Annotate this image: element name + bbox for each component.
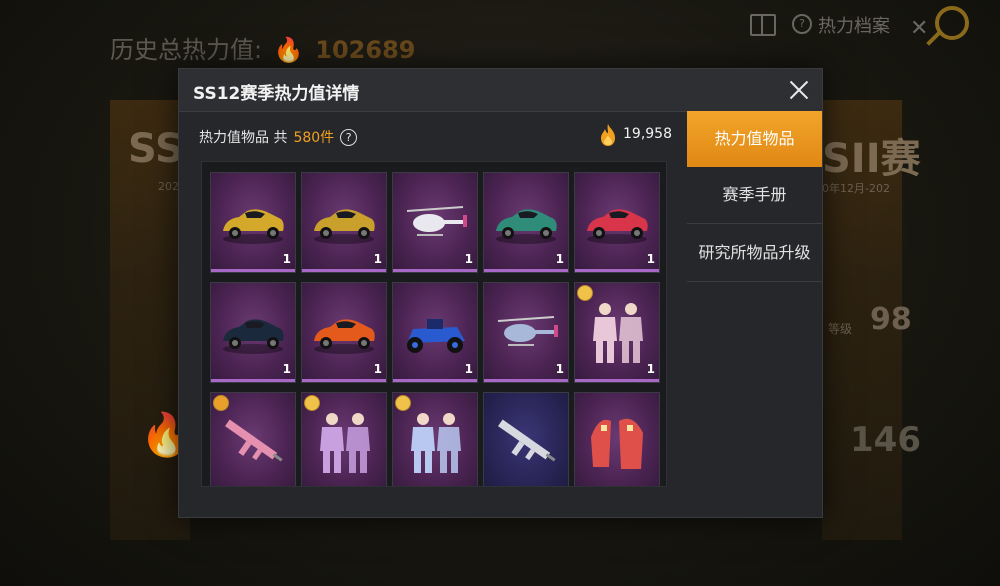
help-icon[interactable]: ? [340,129,358,146]
magnifier-icon[interactable] [935,6,969,40]
item-badge-icon [577,285,593,301]
tab-heat-items[interactable]: 热力值物品 [687,111,822,167]
flame-icon: 🔥 [273,36,304,64]
heat-points-value: 19,958 [623,126,672,142]
help-icon[interactable]: ? [792,14,812,34]
item-card-gold-sports-car[interactable]: 1 [210,172,296,273]
item-card-helicopter-blue[interactable]: 1 [483,282,569,383]
item-card-blue-kart[interactable]: 1 [392,282,478,383]
item-card-outfit-set-purple[interactable] [301,392,387,486]
swords-icon: ✕ [910,16,929,41]
item-image-outfit-set-pink [581,297,653,367]
item-card-orange-sports-car[interactable]: 1 [301,282,387,383]
item-image-gold-sports-car-2 [308,187,380,257]
item-quantity: 1 [646,252,655,266]
tab-lab-item-upgrade[interactable]: 研究所物品升级 [687,225,822,282]
item-badge-icon [395,395,411,411]
rarity-bar [575,379,659,382]
rarity-bar [484,269,568,272]
history-total-heat-value: 102689 [315,36,416,64]
item-quantity: 1 [555,252,564,266]
book-icon[interactable] [750,14,776,36]
item-quantity: 1 [373,362,382,376]
item-image-gold-sports-car [217,187,289,257]
item-card-red-sports-car[interactable]: 1 [574,172,660,273]
item-card-outfit-set-pink[interactable]: 1 [574,282,660,383]
rarity-bar [393,269,477,272]
season-card-right-level-label: 等级 [828,322,853,336]
item-quantity: 1 [373,252,382,266]
rarity-bar [302,269,386,272]
item-image-helicopter-white [399,187,471,257]
item-quantity: 1 [282,362,291,376]
item-count-row: 热力值物品 共 580件? [199,127,358,147]
heat-details-modal: SS12赛季热力值详情 热力值物品 共 580件? 19,958 1 1 1 1… [178,68,823,518]
rarity-bar [211,379,295,382]
rarity-bar [302,379,386,382]
item-image-green-sports-car [490,187,562,257]
item-quantity: 1 [646,362,655,376]
item-image-outfit-set-purple [308,407,380,477]
season-card-left-date: 202 [158,180,179,193]
rarity-bar [484,379,568,382]
item-card-green-sports-car[interactable]: 1 [483,172,569,273]
top-right-toolbar: ? 热力档案 ✕ [740,0,1000,56]
item-grid-container[interactable]: 1 1 1 1 1 1 1 1 1 1 [201,161,667,487]
item-card-dark-blue-suv[interactable]: 1 [210,282,296,383]
rarity-bar [393,379,477,382]
rarity-bar [211,269,295,272]
heat-points: 19,958 [599,123,687,147]
item-badge-icon [213,395,229,411]
item-image-red-sports-car [581,187,653,257]
season-card-right-level-value: 98 [870,302,912,337]
season-card-left-label: SS [128,126,184,172]
item-image-blue-kart [399,297,471,367]
item-image-dark-blue-suv [217,297,289,367]
item-card-white-rifle[interactable] [483,392,569,486]
item-card-outfit-set-blue-white[interactable] [392,392,478,486]
item-quantity: 1 [464,362,473,376]
item-image-white-rifle [490,407,562,477]
item-card-gold-sports-car-2[interactable]: 1 [301,172,387,273]
item-badge-icon [304,395,320,411]
close-button[interactable] [784,75,814,105]
item-image-outfit-set-blue-white [399,407,471,477]
item-image-orange-sports-car [308,297,380,367]
item-count-label: 热力值物品 共 [199,130,288,146]
item-quantity: 1 [464,252,473,266]
modal-header: SS12赛季热力值详情 [179,69,822,112]
tab-season-handbook[interactable]: 赛季手册 [687,167,822,224]
season-card-right-count: 146 [850,420,921,460]
item-card-pink-rifle[interactable] [210,392,296,486]
modal-title: SS12赛季热力值详情 [193,84,360,104]
item-count-value: 580件 [293,130,335,146]
item-image-helicopter-blue [490,297,562,367]
rarity-bar [575,269,659,272]
heat-archive-label[interactable]: 热力档案 [818,12,890,38]
item-quantity: 1 [555,362,564,376]
season-card-right-label: SII赛 [822,136,921,182]
item-quantity: 1 [282,252,291,266]
history-total-heat: 历史总热力值: 🔥 102689 [110,30,415,65]
item-image-pink-rifle [217,407,289,477]
season-card-right-date: 0年12月-202 [822,182,890,195]
item-image-red-hood-outfit [581,407,653,477]
item-card-helicopter-white[interactable]: 1 [392,172,478,273]
history-total-heat-label: 历史总热力值: [110,36,263,64]
item-card-red-hood-outfit[interactable] [574,392,660,486]
flame-icon [601,124,615,146]
